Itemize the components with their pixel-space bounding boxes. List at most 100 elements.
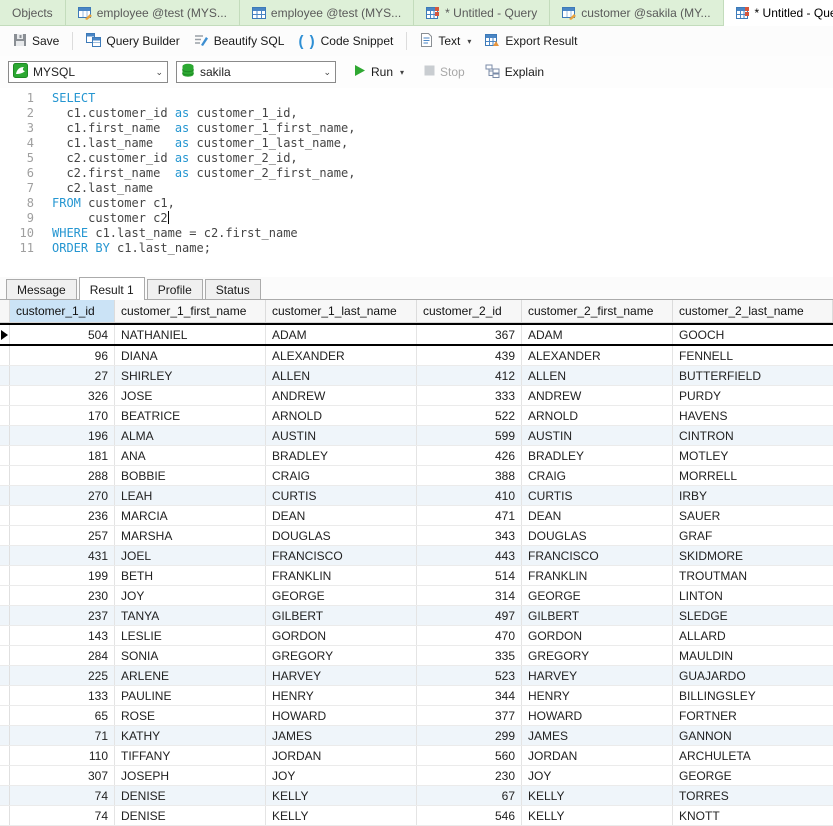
tab-status[interactable]: Status	[205, 279, 261, 299]
grid-cell[interactable]: HARVEY	[522, 666, 673, 685]
grid-cell[interactable]: BETH	[115, 566, 266, 585]
grid-cell[interactable]: DENISE	[115, 806, 266, 825]
grid-cell[interactable]: HENRY	[266, 686, 417, 705]
row-selector-gutter[interactable]	[0, 346, 10, 365]
row-selector-gutter[interactable]	[0, 566, 10, 585]
grid-cell[interactable]: 170	[10, 406, 115, 425]
grid-cell[interactable]: 225	[10, 666, 115, 685]
code-line[interactable]: 9 customer c2	[0, 211, 833, 226]
query-builder-button[interactable]: Query Builder	[79, 30, 186, 53]
table-row[interactable]: 237TANYAGILBERT497GILBERTSLEDGE	[0, 606, 833, 626]
grid-cell[interactable]: 560	[417, 746, 522, 765]
sql-editor[interactable]: 1SELECT2 c1.customer_id as customer_1_id…	[0, 88, 833, 277]
grid-cell[interactable]: 599	[417, 426, 522, 445]
grid-cell[interactable]: FRANCISCO	[266, 546, 417, 565]
grid-cell[interactable]: 257	[10, 526, 115, 545]
table-row[interactable]: 196ALMAAUSTIN599AUSTINCINTRON	[0, 426, 833, 446]
grid-cell[interactable]: ARNOLD	[266, 406, 417, 425]
grid-cell[interactable]: 431	[10, 546, 115, 565]
grid-cell[interactable]: HENRY	[522, 686, 673, 705]
row-selector-gutter[interactable]	[0, 806, 10, 825]
code-line[interactable]: 10WHERE c1.last_name = c2.first_name	[0, 226, 833, 241]
row-selector-gutter[interactable]	[0, 626, 10, 645]
export-result-button[interactable]: Export Result	[478, 30, 584, 53]
grid-cell[interactable]: CURTIS	[266, 486, 417, 505]
row-selector-gutter[interactable]	[0, 706, 10, 725]
grid-cell[interactable]: DENISE	[115, 786, 266, 805]
grid-cell[interactable]: DEAN	[266, 506, 417, 525]
grid-cell[interactable]: GILBERT	[266, 606, 417, 625]
grid-cell[interactable]: ALMA	[115, 426, 266, 445]
grid-cell[interactable]: GEORGE	[522, 586, 673, 605]
grid-cell[interactable]: JAMES	[522, 726, 673, 745]
grid-cell[interactable]: ALLEN	[522, 366, 673, 385]
grid-cell[interactable]: ANA	[115, 446, 266, 465]
grid-cell[interactable]: NATHANIEL	[115, 325, 266, 344]
row-selector-gutter[interactable]	[0, 586, 10, 605]
grid-cell[interactable]: 27	[10, 366, 115, 385]
table-row[interactable]: 199BETHFRANKLIN514FRANKLINTROUTMAN	[0, 566, 833, 586]
grid-cell[interactable]: 270	[10, 486, 115, 505]
run-button[interactable]: Run ▾	[348, 61, 410, 83]
grid-cell[interactable]: DIANA	[115, 346, 266, 365]
grid-cell[interactable]: FRANCISCO	[522, 546, 673, 565]
grid-cell[interactable]: 410	[417, 486, 522, 505]
table-row[interactable]: 110TIFFANYJORDAN560JORDANARCHULETA	[0, 746, 833, 766]
row-selector-gutter[interactable]	[0, 386, 10, 405]
column-header-customer-1-last-name[interactable]: customer_1_last_name	[266, 300, 417, 322]
grid-cell[interactable]: BEATRICE	[115, 406, 266, 425]
row-selector-gutter[interactable]	[0, 606, 10, 625]
grid-cell[interactable]: 377	[417, 706, 522, 725]
grid-cell[interactable]: GANNON	[673, 726, 833, 745]
grid-cell[interactable]: PAULINE	[115, 686, 266, 705]
grid-cell[interactable]: 230	[417, 766, 522, 785]
chevron-down-icon[interactable]: ▾	[400, 68, 404, 77]
grid-cell[interactable]: 299	[417, 726, 522, 745]
table-row[interactable]: 230JOYGEORGE314GEORGELINTON	[0, 586, 833, 606]
row-selector-gutter[interactable]	[0, 746, 10, 765]
grid-cell[interactable]: 74	[10, 806, 115, 825]
row-selector-gutter[interactable]	[0, 325, 10, 344]
grid-cell[interactable]: KELLY	[266, 786, 417, 805]
grid-cell[interactable]: KELLY	[522, 786, 673, 805]
grid-cell[interactable]: TIFFANY	[115, 746, 266, 765]
grid-cell[interactable]: PURDY	[673, 386, 833, 405]
grid-cell[interactable]: JORDAN	[266, 746, 417, 765]
code-line[interactable]: 8FROM customer c1,	[0, 196, 833, 211]
grid-cell[interactable]: FORTNER	[673, 706, 833, 725]
grid-cell[interactable]: 443	[417, 546, 522, 565]
grid-cell[interactable]: AUSTIN	[522, 426, 673, 445]
code-line[interactable]: 11ORDER BY c1.last_name;	[0, 241, 833, 256]
grid-cell[interactable]: 367	[417, 325, 522, 344]
tab-profile[interactable]: Profile	[147, 279, 203, 299]
grid-cell[interactable]: JOY	[522, 766, 673, 785]
grid-cell[interactable]: 181	[10, 446, 115, 465]
code-line[interactable]: 3 c1.first_name as customer_1_first_name…	[0, 121, 833, 136]
grid-cell[interactable]: BILLINGSLEY	[673, 686, 833, 705]
table-row[interactable]: 71KATHYJAMES299JAMESGANNON	[0, 726, 833, 746]
row-selector-gutter[interactable]	[0, 526, 10, 545]
code-line[interactable]: 1SELECT	[0, 91, 833, 106]
table-row[interactable]: 170BEATRICEARNOLD522ARNOLDHAVENS	[0, 406, 833, 426]
grid-cell[interactable]: SLEDGE	[673, 606, 833, 625]
grid-cell[interactable]: GEORGE	[673, 766, 833, 785]
grid-cell[interactable]: 67	[417, 786, 522, 805]
grid-cell[interactable]: SKIDMORE	[673, 546, 833, 565]
grid-cell[interactable]: 230	[10, 586, 115, 605]
grid-cell[interactable]: 523	[417, 666, 522, 685]
table-row[interactable]: 504NATHANIELADAM367ADAMGOOCH	[0, 323, 833, 346]
grid-cell[interactable]: 388	[417, 466, 522, 485]
grid-cell[interactable]: JOEL	[115, 546, 266, 565]
chevron-down-icon[interactable]: ▾	[467, 37, 471, 46]
grid-cell[interactable]: 96	[10, 346, 115, 365]
grid-cell[interactable]: ALEXANDER	[522, 346, 673, 365]
grid-cell[interactable]: HAVENS	[673, 406, 833, 425]
save-button[interactable]: Save	[6, 30, 66, 53]
grid-cell[interactable]: JAMES	[266, 726, 417, 745]
tab-message[interactable]: Message	[6, 279, 77, 299]
grid-cell[interactable]: BUTTERFIELD	[673, 366, 833, 385]
table-row[interactable]: 270LEAHCURTIS410CURTISIRBY	[0, 486, 833, 506]
grid-cell[interactable]: 133	[10, 686, 115, 705]
tab-employee-design[interactable]: employee @test (MYS...	[66, 0, 240, 25]
grid-cell[interactable]: DOUGLAS	[522, 526, 673, 545]
